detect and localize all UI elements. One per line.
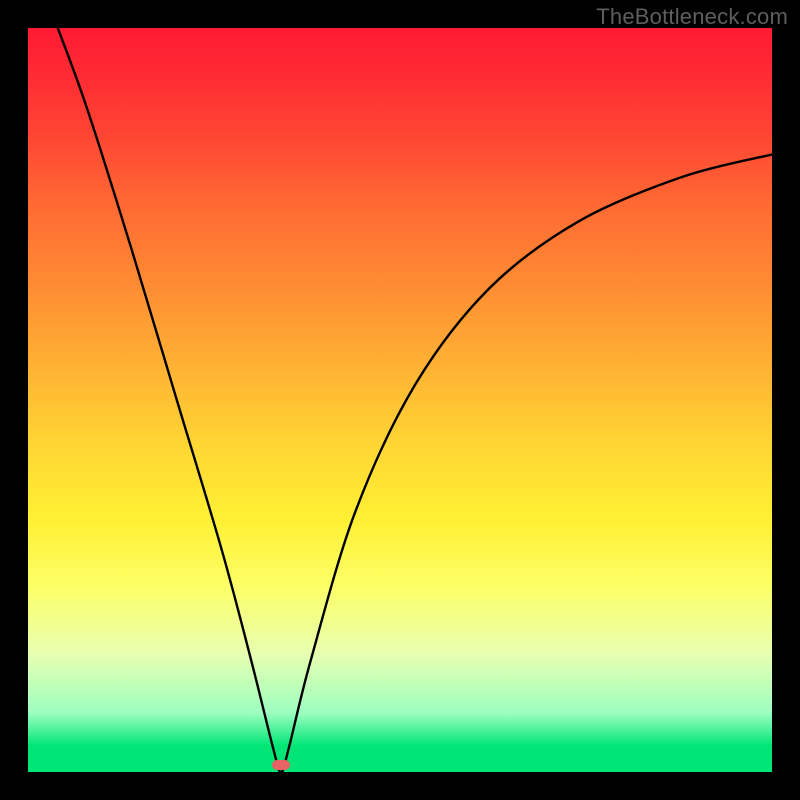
- bottleneck-curve: [28, 28, 772, 772]
- optimum-marker: [272, 760, 290, 770]
- curve-path: [58, 28, 772, 772]
- chart-frame: TheBottleneck.com: [0, 0, 800, 800]
- plot-area: [28, 28, 772, 772]
- watermark-text: TheBottleneck.com: [596, 4, 788, 30]
